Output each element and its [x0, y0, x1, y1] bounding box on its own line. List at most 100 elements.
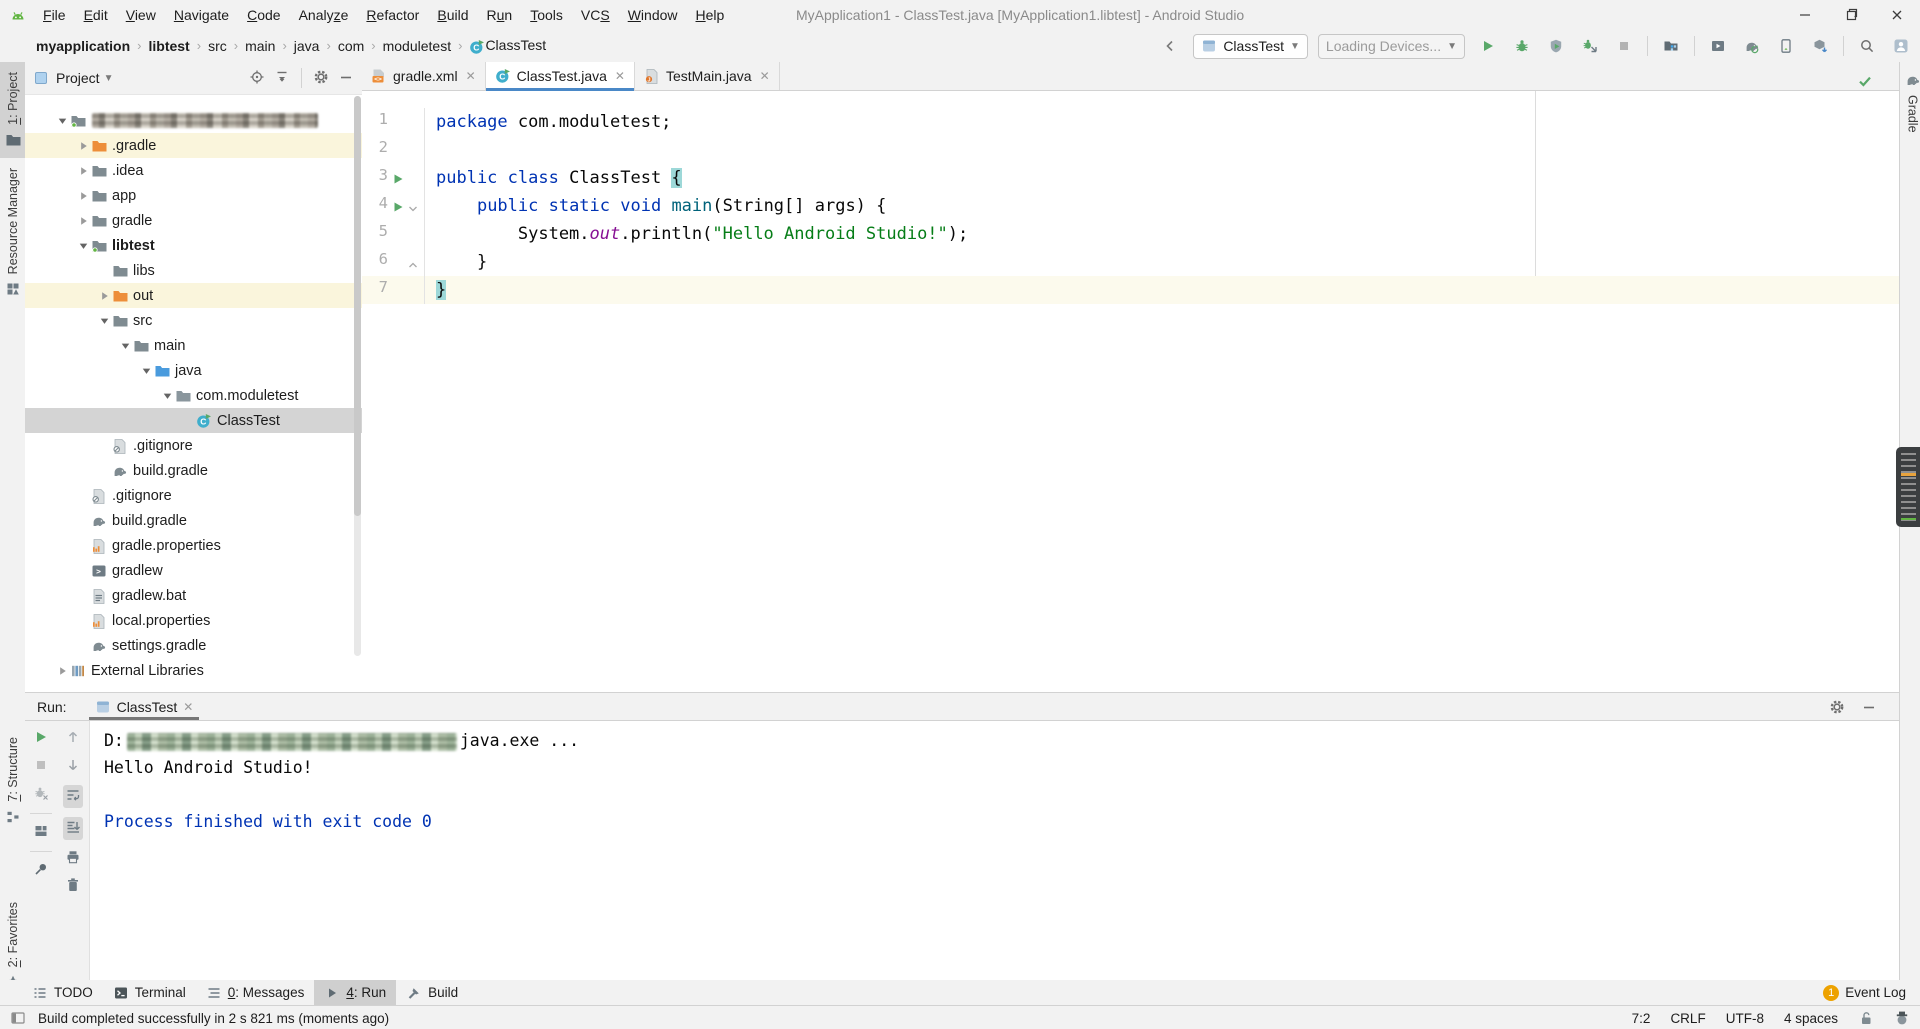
clear-button[interactable] — [65, 877, 81, 896]
toolwindow-tab-resource-manager[interactable]: Resource Manager — [0, 158, 25, 307]
event-log-button[interactable]: 1 Event Log — [1823, 984, 1906, 1001]
breadcrumb-item-com[interactable]: com — [336, 38, 366, 54]
collapse-all-button[interactable] — [274, 69, 290, 88]
menu-analyze[interactable]: Analyze — [290, 0, 358, 30]
avatar-button[interactable] — [1888, 33, 1914, 59]
minimize-button[interactable] — [1782, 0, 1828, 30]
project-scrollbar[interactable] — [354, 96, 361, 656]
chevron-collapsed-icon[interactable] — [76, 188, 91, 204]
tree-item-classtest[interactable]: C ClassTest — [25, 408, 362, 433]
breadcrumb-item-src[interactable]: src — [206, 38, 229, 54]
code-line-4[interactable]: 4 public static void main(String[] args)… — [362, 192, 1899, 220]
breadcrumb-item-myapplication[interactable]: myapplication — [34, 38, 132, 54]
debug-button[interactable] — [1509, 33, 1535, 59]
indent-setting[interactable]: 4 spaces — [1784, 1011, 1838, 1026]
stop-button[interactable] — [1611, 33, 1637, 59]
menu-navigate[interactable]: Navigate — [165, 0, 238, 30]
breadcrumb-item-java[interactable]: java — [292, 38, 322, 54]
hide-panel-button[interactable] — [338, 69, 354, 88]
menu-window[interactable]: Window — [619, 0, 687, 30]
chevron-collapsed-icon[interactable] — [97, 288, 112, 304]
toolwindow-tab-gradle[interactable]: Gradle — [1900, 62, 1920, 143]
back-icon[interactable] — [1157, 33, 1183, 59]
toolwindow-tab-1-project[interactable]: 1: Project — [0, 62, 25, 158]
run-gutter-icon[interactable] — [392, 171, 404, 189]
attach-debugger-button[interactable] — [1577, 33, 1603, 59]
tree-item-libtest[interactable]: libtest — [25, 233, 362, 258]
code-line-1[interactable]: 1 package com.moduletest; — [362, 108, 1899, 136]
editor-tab-testmain-java[interactable]: J TestMain.java ✕ — [635, 62, 780, 90]
close-icon[interactable]: ✕ — [183, 700, 193, 714]
tree-item-settings-gradle[interactable]: settings.gradle — [25, 633, 362, 658]
fold-marker-icon[interactable] — [408, 200, 418, 218]
down-button[interactable] — [65, 757, 81, 776]
scroll-end-button[interactable] — [63, 817, 83, 840]
inspections-ok-icon[interactable] — [1857, 73, 1873, 89]
lock-icon[interactable] — [1858, 1010, 1874, 1026]
tree-item--gradle[interactable]: .gradle — [25, 133, 362, 158]
code-line-3[interactable]: 3 public class ClassTest { — [362, 164, 1899, 192]
bug-disabled-button[interactable] — [33, 785, 49, 804]
soft-wrap-button[interactable] — [63, 785, 83, 808]
status-message[interactable]: Build completed successfully in 2 s 821 … — [38, 1011, 389, 1026]
avd-manager-button[interactable] — [1705, 33, 1731, 59]
settings-gear-icon[interactable] — [1829, 699, 1845, 715]
maximize-button[interactable] — [1828, 0, 1874, 30]
chevron-collapsed-icon[interactable] — [76, 138, 91, 154]
tree-item-main[interactable]: main — [25, 333, 362, 358]
toolwindow-button-0-messages[interactable]: 0: Messages — [196, 980, 315, 1005]
chevron-down-icon[interactable]: ▼ — [104, 73, 114, 84]
code-line-7[interactable]: 7} — [362, 276, 1899, 304]
tree-item-external-libraries[interactable]: External Libraries — [25, 658, 362, 683]
sdk-manager-button[interactable] — [1807, 33, 1833, 59]
coverage-button[interactable] — [1543, 33, 1569, 59]
tree-item-root[interactable] — [25, 108, 362, 133]
tree-item--gitignore[interactable]: .gitignore — [25, 433, 362, 458]
chevron-expanded-icon[interactable] — [97, 313, 112, 329]
menu-edit[interactable]: Edit — [75, 0, 117, 30]
code-line-5[interactable]: 5 System.out.println("Hello Android Stud… — [362, 220, 1899, 248]
tree-item-out[interactable]: out — [25, 283, 362, 308]
run-configuration-select[interactable]: ClassTest ▼ — [1193, 33, 1308, 59]
menu-vcs[interactable]: VCS — [572, 0, 619, 30]
device-manager-button[interactable] — [1773, 33, 1799, 59]
tree-item--idea[interactable]: .idea — [25, 158, 362, 183]
panel-settings-button[interactable] — [313, 69, 329, 88]
chevron-expanded-icon[interactable] — [160, 388, 175, 404]
tree-item-gradle[interactable]: gradle — [25, 208, 362, 233]
menu-help[interactable]: Help — [687, 0, 734, 30]
breadcrumb-item-ClassTest[interactable]: C ClassTest — [467, 37, 548, 54]
print-button[interactable] — [65, 849, 81, 868]
project-panel-title[interactable]: Project — [56, 70, 100, 86]
toolwindow-tab-7-structure[interactable]: 7: Structure — [0, 727, 25, 835]
gradle-sync-button[interactable] — [1739, 33, 1765, 59]
toolwindow-button-build[interactable]: Build — [396, 980, 468, 1005]
run-gutter-icon[interactable] — [392, 199, 404, 217]
rerun-button[interactable] — [33, 729, 49, 748]
device-select[interactable]: Loading Devices... ▼ — [1317, 33, 1465, 59]
breadcrumb-item-moduletest[interactable]: moduletest — [381, 38, 453, 54]
tree-item-local-properties[interactable]: local.properties — [25, 608, 362, 633]
breadcrumb-item-libtest[interactable]: libtest — [146, 38, 191, 54]
tree-item-libs[interactable]: libs — [25, 258, 362, 283]
caret-position[interactable]: 7:2 — [1632, 1011, 1651, 1026]
layout-button[interactable] — [33, 823, 49, 842]
toolwindow-toggle-icon[interactable] — [10, 1010, 26, 1026]
chevron-collapsed-icon[interactable] — [76, 213, 91, 229]
tree-item-build-gradle[interactable]: build.gradle — [25, 458, 362, 483]
profiler-button[interactable] — [1658, 33, 1684, 59]
search-button[interactable] — [1854, 33, 1880, 59]
hide-panel-icon[interactable] — [1861, 699, 1877, 715]
close-icon[interactable]: ✕ — [615, 69, 625, 83]
run-console-output[interactable]: D: java.exe ... Hello Android Studio! Proce… — [90, 721, 1899, 981]
file-encoding[interactable]: UTF-8 — [1726, 1011, 1764, 1026]
up-button[interactable] — [65, 729, 81, 748]
menu-run[interactable]: Run — [478, 0, 522, 30]
close-icon[interactable]: ✕ — [466, 69, 476, 83]
menu-build[interactable]: Build — [428, 0, 477, 30]
tree-item-gradlew-bat[interactable]: gradlew.bat — [25, 583, 362, 608]
code-line-2[interactable]: 2 — [362, 136, 1899, 164]
chevron-expanded-icon[interactable] — [55, 113, 70, 129]
close-icon[interactable]: ✕ — [760, 69, 770, 83]
tree-item-gradlew[interactable]: > gradlew — [25, 558, 362, 583]
